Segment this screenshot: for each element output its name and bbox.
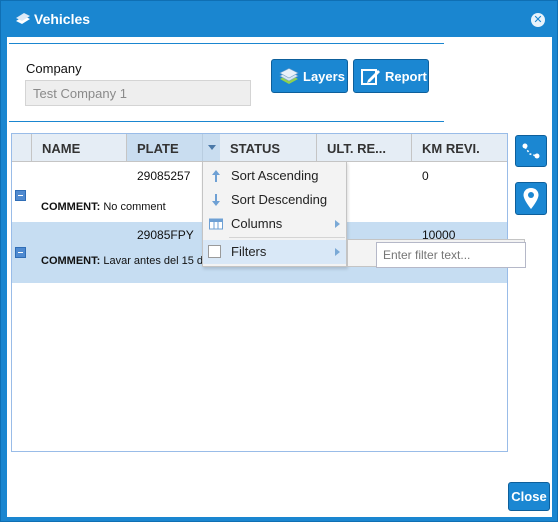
menu-separator xyxy=(229,237,345,238)
menu-item-columns[interactable]: Columns xyxy=(203,212,346,236)
map-pin-button[interactable] xyxy=(515,182,547,215)
company-label: Company xyxy=(26,61,82,76)
menu-item-label: Columns xyxy=(231,216,283,231)
close-icon[interactable]: ✕ xyxy=(531,13,545,27)
divider xyxy=(9,121,444,122)
menu-item-sort-ascending[interactable]: Sort Ascending xyxy=(203,164,346,188)
grid-header: NAME PLATE STATUS ULT. RE... KM REVI. xyxy=(12,134,507,162)
menu-item-label: Sort Descending xyxy=(231,192,328,207)
report-icon xyxy=(361,69,380,85)
window-title: Vehicles xyxy=(34,11,91,27)
vehicles-icon xyxy=(16,13,30,24)
layers-button-label: Layers xyxy=(303,69,345,84)
filter-text-input[interactable] xyxy=(376,242,526,268)
column-header-km-revi[interactable]: KM REVI. xyxy=(412,134,507,161)
window-body: Company Test Company 1 Layers Report NAM… xyxy=(7,37,552,517)
window-titlebar[interactable]: Vehicles ✕ xyxy=(1,1,557,37)
close-button[interactable]: Close xyxy=(508,482,550,511)
collapse-icon[interactable] xyxy=(15,190,26,201)
report-button[interactable]: Report xyxy=(353,59,429,93)
column-menu: Sort Ascending Sort Descending Columns F… xyxy=(202,161,347,267)
menu-item-label: Filters xyxy=(231,244,267,259)
comment-label: COMMENT: xyxy=(41,255,101,267)
header-spacer xyxy=(12,134,32,161)
layers-button[interactable]: Layers xyxy=(271,59,348,93)
menu-item-filters[interactable]: Filters xyxy=(203,240,346,264)
layers-icon xyxy=(279,68,299,84)
column-header-name[interactable]: NAME xyxy=(32,134,127,161)
route-button[interactable] xyxy=(515,135,547,167)
vehicles-window: Vehicles ✕ Company Test Company 1 Layers… xyxy=(0,0,558,522)
columns-icon xyxy=(209,218,223,230)
column-header-ult-re[interactable]: ULT. RE... xyxy=(317,134,412,161)
comment-label: COMMENT: xyxy=(41,201,101,213)
sort-descending-icon xyxy=(212,194,220,206)
map-pin-icon xyxy=(523,188,539,209)
filters-checkbox[interactable] xyxy=(208,245,221,258)
comment-text: No comment xyxy=(103,201,166,213)
menu-item-sort-descending[interactable]: Sort Descending xyxy=(203,188,346,212)
plate-cell: 29085257 xyxy=(137,169,191,183)
divider xyxy=(9,43,444,44)
column-menu-trigger[interactable] xyxy=(202,134,220,161)
filter-submenu xyxy=(347,239,526,268)
submenu-arrow-icon xyxy=(335,220,340,228)
menu-item-label: Sort Ascending xyxy=(231,168,319,183)
sort-ascending-icon xyxy=(212,170,220,182)
column-header-status[interactable]: STATUS xyxy=(220,134,317,161)
km-revi-cell: 0 xyxy=(422,169,429,183)
collapse-icon[interactable] xyxy=(15,247,26,258)
row-comment: COMMENT: No comment xyxy=(41,201,166,213)
company-field[interactable]: Test Company 1 xyxy=(25,80,251,106)
submenu-arrow-icon xyxy=(335,248,340,256)
route-icon xyxy=(522,143,540,159)
plate-cell: 29085FPY xyxy=(137,228,194,242)
report-button-label: Report xyxy=(385,69,427,84)
